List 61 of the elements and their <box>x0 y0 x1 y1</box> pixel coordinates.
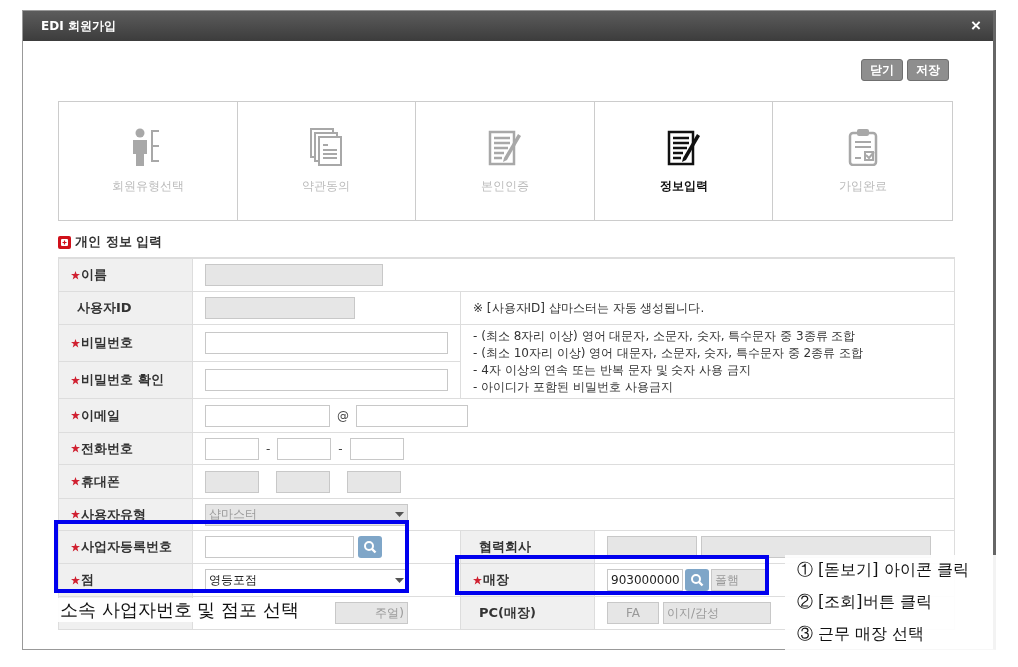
documents-icon <box>309 127 344 166</box>
instruction-text: ② [조회]버튼 클릭 <box>797 592 933 613</box>
instruction-text: ① [돋보기] 아이콘 클릭 <box>797 560 970 582</box>
window-title: EDI 회원가입 <box>41 17 116 35</box>
step-label: 본인인증 <box>481 177 529 195</box>
team-field[interactable]: 주얼) <box>335 602 408 624</box>
business-number-field[interactable] <box>205 536 354 558</box>
close-button[interactable]: × <box>971 16 981 36</box>
user-id-note: ※ [사용자ID] 샵마스터는 자동 생성됩니다. <box>473 299 705 317</box>
instruction-text: ③ 근무 매장 선택 <box>797 623 926 645</box>
password-rule: - (최소 10자리 이상) 영어 대문자, 소문자, 숫자, 특수문자 중 2종류 조합 <box>473 344 863 362</box>
field-label: 협력회사 <box>479 538 531 556</box>
field-label: 비밀번호 <box>81 334 133 352</box>
mobile-field[interactable] <box>276 470 330 493</box>
phone-field[interactable] <box>277 437 332 460</box>
field-label: 점 <box>81 571 94 589</box>
partner-name-field[interactable] <box>701 536 931 558</box>
password-rule: - 아이디가 포함된 비밀번호 사용금지 <box>473 378 674 396</box>
password-rule: - 4자 이상의 연속 또는 반복 문자 및 숫자 사용 금지 <box>473 361 753 379</box>
search-button[interactable] <box>358 536 382 558</box>
email-id-field[interactable] <box>205 404 330 427</box>
name-field[interactable] <box>205 264 383 286</box>
section-title: 개인 정보 입력 <box>75 233 163 251</box>
store-name-field[interactable]: 폴햄 <box>711 569 767 591</box>
search-icon <box>690 573 704 587</box>
field-label: 이메일 <box>81 406 120 425</box>
at-sign: @ <box>337 408 349 423</box>
close-button[interactable]: 닫기 <box>861 59 903 81</box>
step-label: 정보입력 <box>659 177 708 195</box>
field-label: 이름 <box>81 266 107 284</box>
field-label: 사업자등록번호 <box>81 538 172 556</box>
phone-field[interactable] <box>349 437 404 460</box>
password-rule: - (최소 8자리 이상) 영어 대문자, 소문자, 숫자, 특수문자 중 3종류 조합 <box>473 327 857 345</box>
partner-code-field[interactable] <box>607 536 697 558</box>
field-label: PC(매장) <box>479 604 536 622</box>
field-label: 사용자ID <box>77 299 132 317</box>
step-label: 가입완료 <box>838 177 887 195</box>
caret-icon <box>395 512 404 517</box>
mobile-field[interactable] <box>205 470 259 493</box>
pc-name-field[interactable]: 이지/감성 <box>663 602 771 624</box>
field-label: 비밀번호 확인 <box>81 371 164 389</box>
pc-code-field[interactable]: FA <box>607 602 659 624</box>
store-code-field[interactable]: 903000000 <box>607 569 683 591</box>
field-label: 전화번호 <box>81 439 133 458</box>
password-confirm-field[interactable] <box>205 369 448 391</box>
field-label: 휴대폰 <box>81 472 120 491</box>
search-icon <box>363 540 377 554</box>
mobile-field[interactable] <box>347 470 401 493</box>
password-field[interactable] <box>205 332 448 354</box>
email-domain-field[interactable] <box>356 404 468 427</box>
step-label: 약관동의 <box>302 177 351 195</box>
user-id-field[interactable] <box>205 297 355 319</box>
phone-field[interactable] <box>205 437 259 460</box>
save-button[interactable]: 저장 <box>907 59 949 81</box>
dash: - <box>338 441 343 456</box>
caret-icon <box>395 577 404 583</box>
step-label: 회원유형선택 <box>111 177 184 195</box>
field-label: 매장 <box>483 571 509 589</box>
section-icon <box>58 235 71 249</box>
search-button[interactable] <box>685 569 709 591</box>
dash: - <box>266 441 271 456</box>
